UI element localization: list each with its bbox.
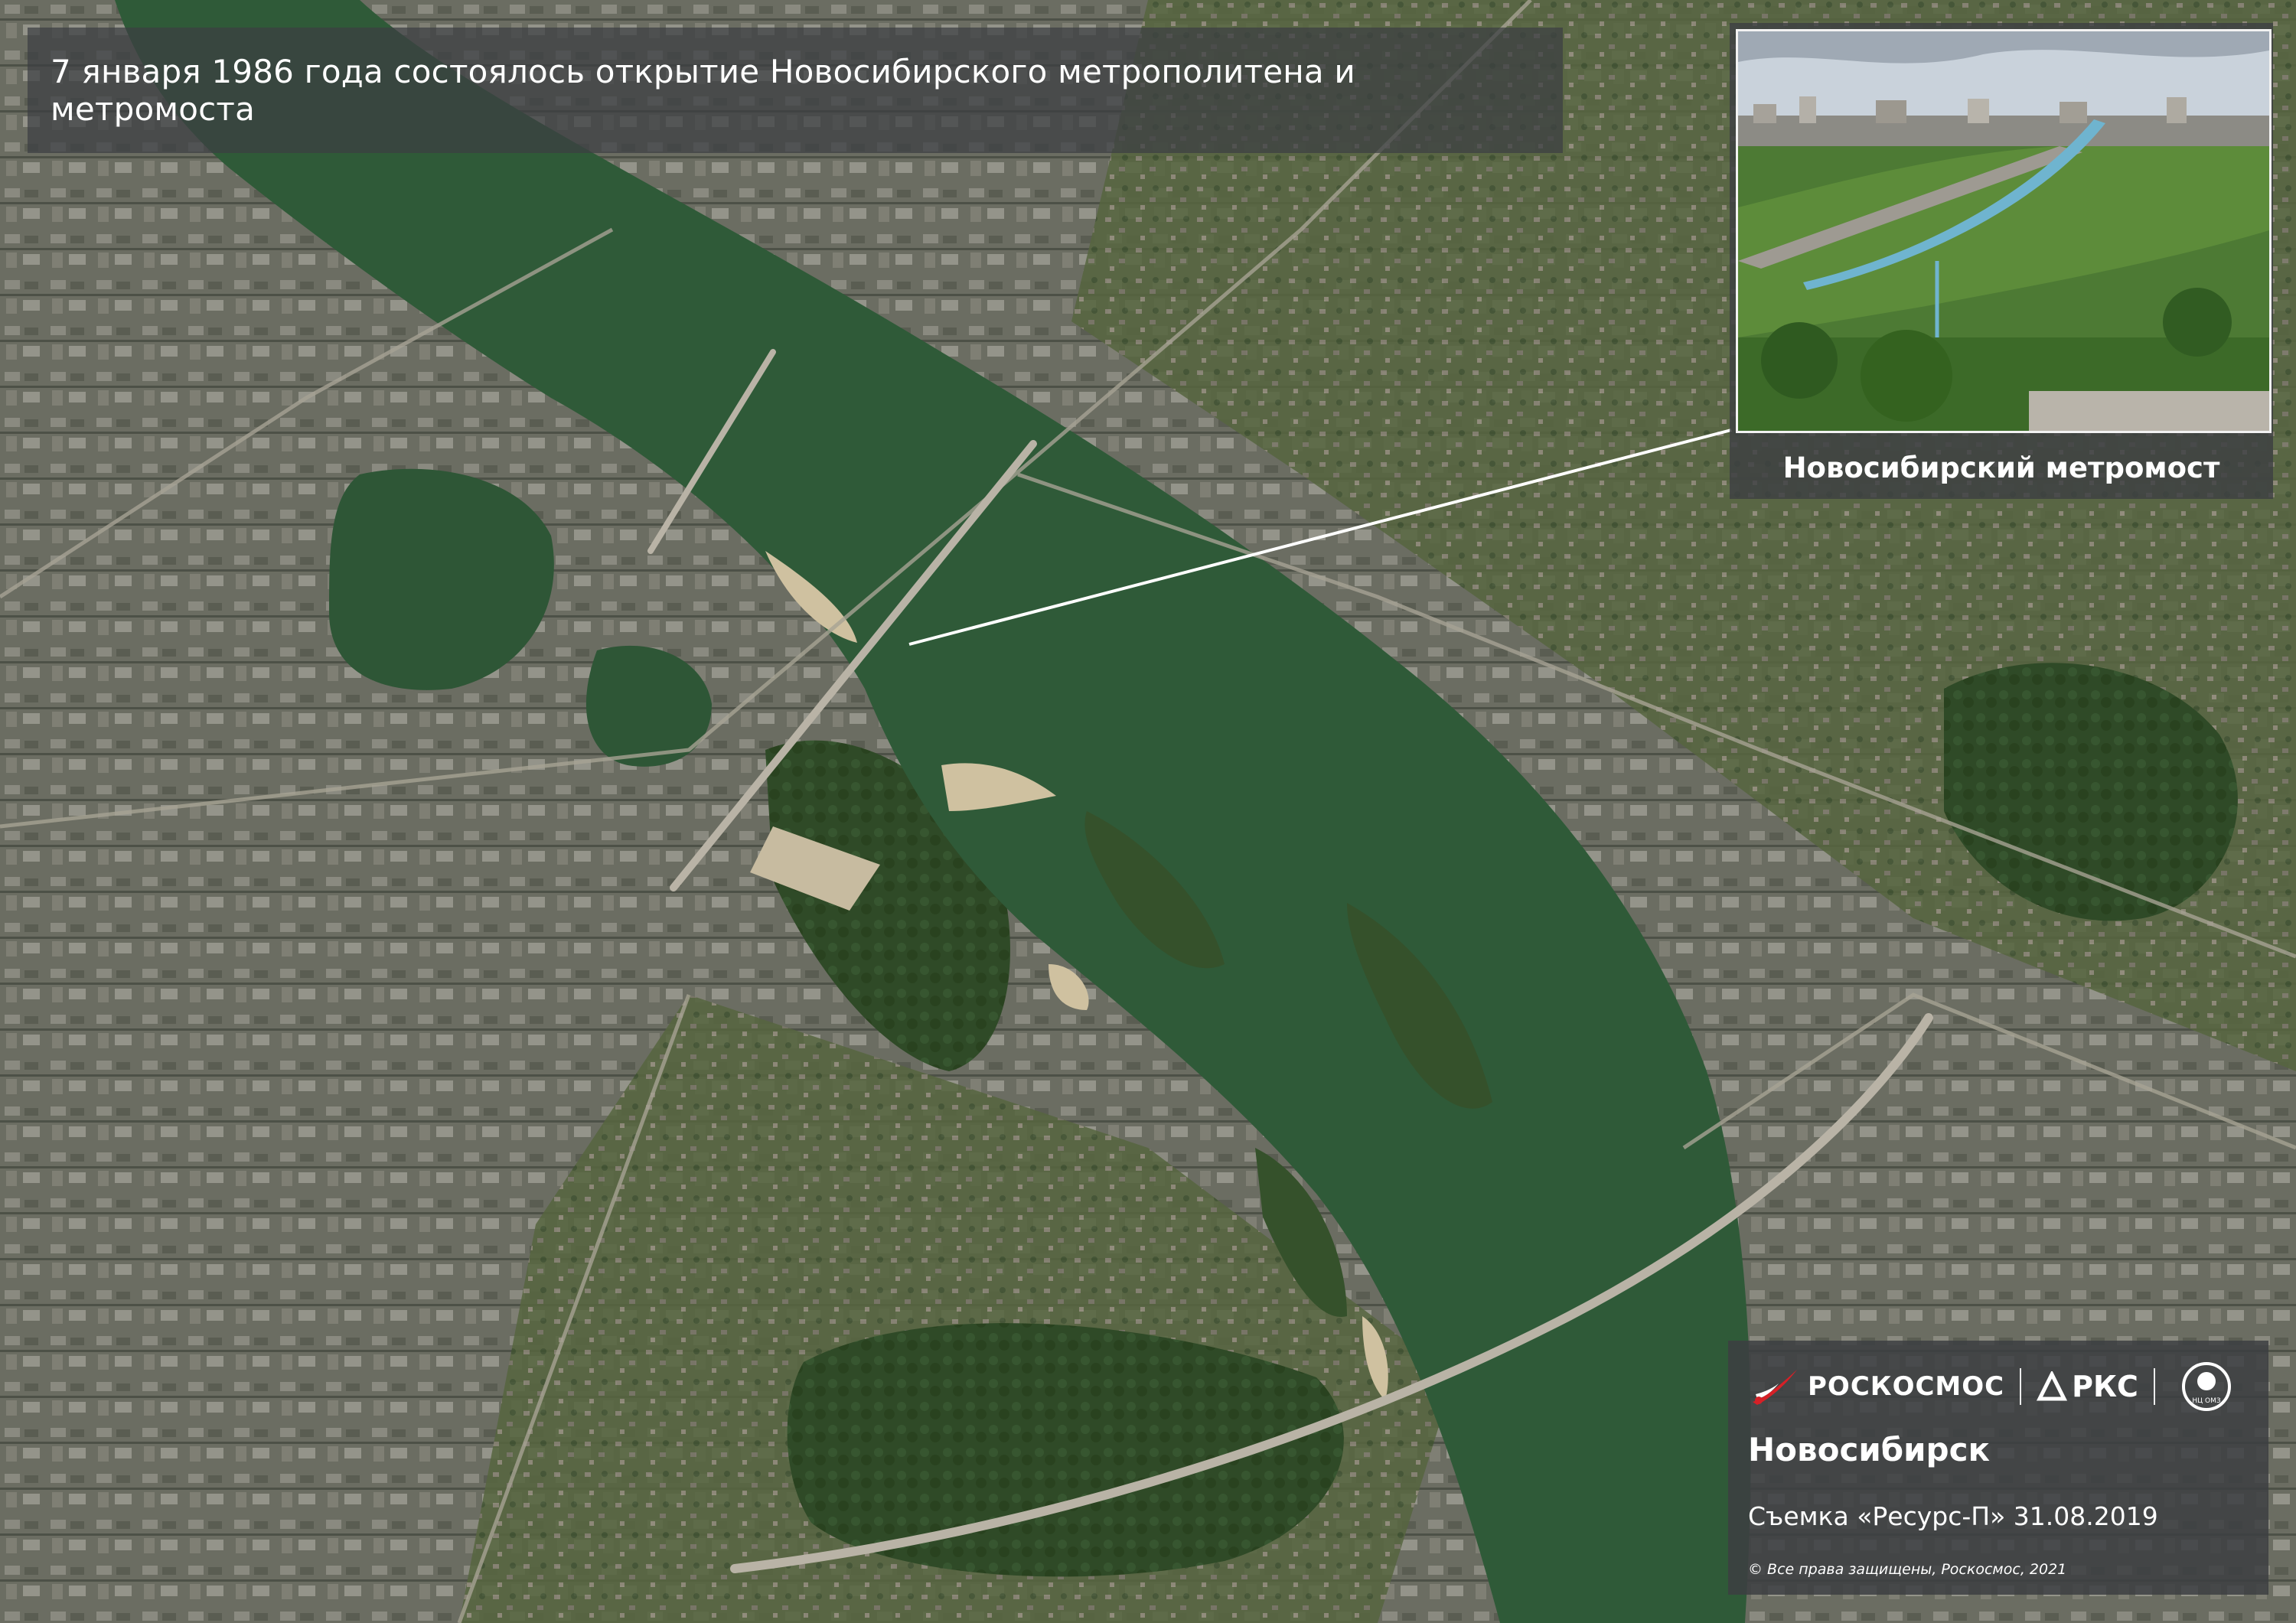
logo-separator: [2020, 1368, 2022, 1405]
city-name: Новосибирск: [1748, 1431, 1990, 1468]
shoot-info: Съемка «Ресурс-П» 31.08.2019: [1748, 1501, 2158, 1531]
credit-panel: РОСКОСМОС РКС НЦ ОМЗ Новосибирск Съемка …: [1728, 1341, 2268, 1595]
title-text: 7 января 1986 года состоялось открытие Н…: [51, 53, 1355, 128]
brand-primary: РОСКОСМОС: [1808, 1371, 2005, 1402]
inset-panel: Новосибирский метромост: [1730, 23, 2273, 499]
inset-caption: Новосибирский метромост: [1782, 451, 2220, 484]
logo-separator-2: [2153, 1368, 2155, 1405]
inset-photo: [1736, 29, 2272, 433]
logo-row: РОСКОСМОС РКС НЦ ОМЗ: [1748, 1356, 2253, 1417]
rocket-logo-icon: [1753, 1370, 1797, 1405]
title-banner: 7 января 1986 года состоялось открытие Н…: [28, 28, 1563, 153]
svg-text:НЦ ОМЗ: НЦ ОМЗ: [2192, 1397, 2220, 1405]
rks-logo-icon: [2037, 1371, 2068, 1401]
copyright: © Все права защищены, Роскосмос, 2021: [1748, 1561, 2067, 1578]
metro-bridge-photo: [1738, 31, 2269, 431]
seal-logo-icon: НЦ ОМЗ: [2181, 1362, 2231, 1411]
brand-secondary: РКС: [2072, 1370, 2138, 1403]
